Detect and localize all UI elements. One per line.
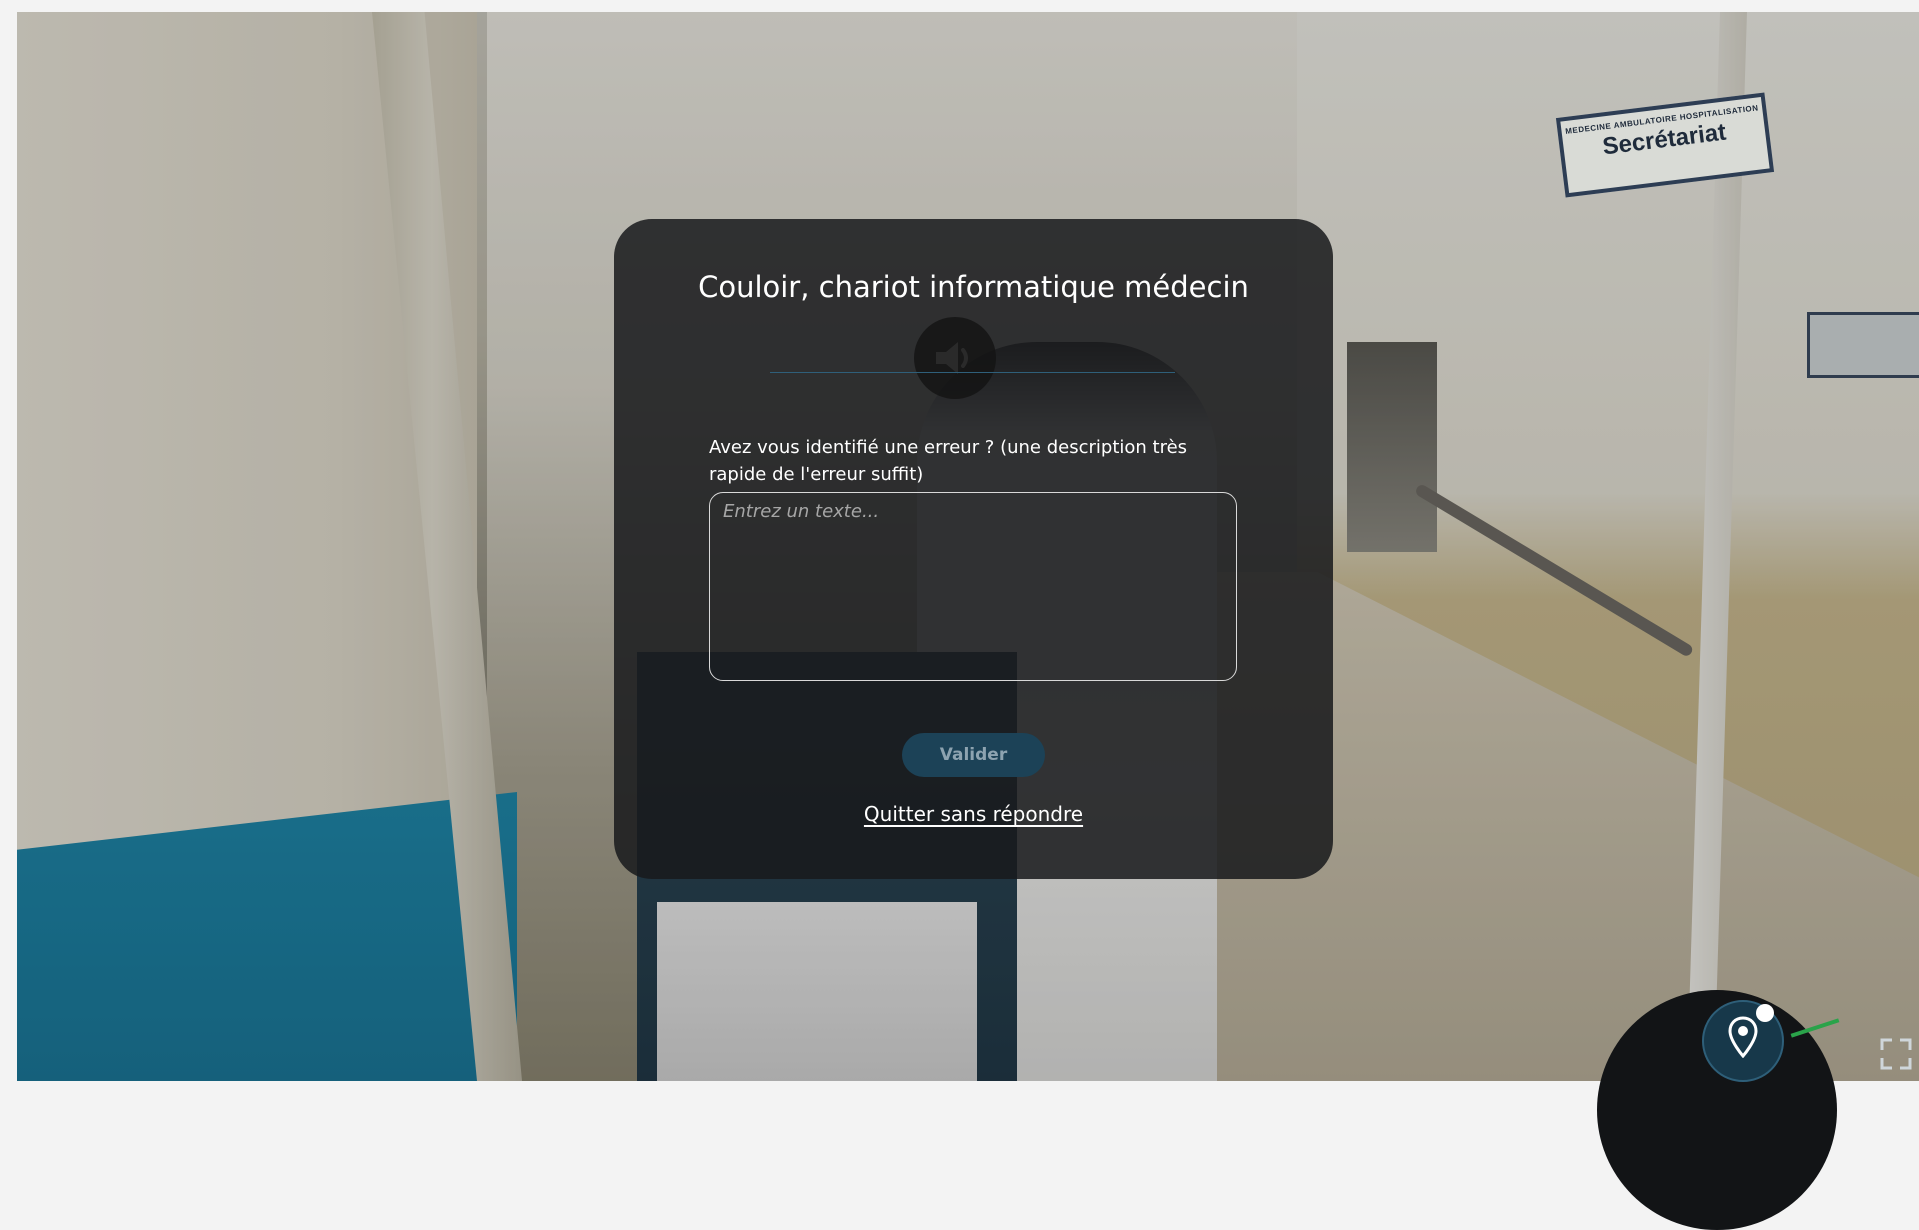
submit-button[interactable]: Valider — [902, 733, 1045, 777]
fullscreen-icon[interactable] — [1878, 1036, 1914, 1072]
question-label: Avez vous identifié une erreur ? (une de… — [709, 437, 1188, 485]
error-description-input[interactable] — [709, 492, 1237, 681]
location-pin-icon — [1728, 1016, 1758, 1058]
title-divider — [770, 372, 1175, 373]
dialog-title: Couloir, chariot informatique médecin — [698, 270, 1249, 304]
speaker-icon[interactable] — [914, 317, 996, 399]
fullscreen-icon-glyph — [1880, 1038, 1912, 1070]
location-indicator-dot — [1756, 1004, 1774, 1022]
quit-without-answer-link[interactable]: Quitter sans répondre — [614, 802, 1333, 826]
